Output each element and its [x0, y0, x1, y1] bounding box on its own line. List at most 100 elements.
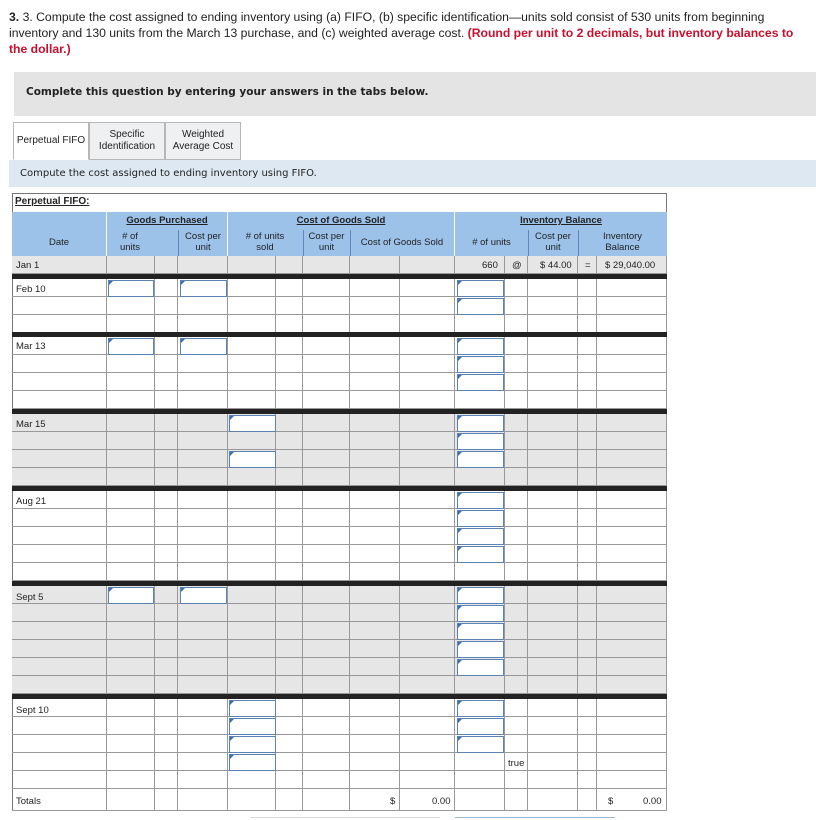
table-cell: [578, 676, 597, 694]
sept10-bal-units-input-2[interactable]: [457, 718, 504, 735]
table-cell: [107, 717, 155, 735]
date-mar-15: Mar 15: [16, 419, 46, 430]
tab-specific-identification[interactable]: Specific Identification: [89, 122, 165, 160]
sept10-sold-input-4[interactable]: [229, 754, 276, 771]
sept10-sold-input-2[interactable]: [229, 718, 276, 735]
table-cell: [178, 735, 228, 753]
sept5-bal-units-input-2[interactable]: [457, 605, 504, 622]
sept10-bal-units-input-1[interactable]: [457, 700, 504, 717]
tab-weighted-average[interactable]: Weighted Average Cost: [165, 122, 241, 160]
aug21-bal-units-input-2[interactable]: [457, 510, 504, 527]
table-cell: [155, 491, 178, 509]
table-cell: [107, 432, 155, 450]
feb10-units-input[interactable]: [108, 280, 154, 297]
table-cell: [155, 563, 178, 581]
table-cell: [528, 604, 578, 622]
table-cell: [155, 586, 178, 604]
table-cell: [276, 676, 303, 694]
table-cell: [178, 315, 228, 333]
table-cell: [228, 563, 276, 581]
table-cell: [350, 545, 400, 563]
table-cell: [578, 545, 597, 563]
table-cell: [107, 545, 155, 563]
table-cell: [303, 771, 350, 789]
mar13-bal-units-input-1[interactable]: [457, 338, 504, 355]
table-cell: [178, 604, 228, 622]
table-cell: [528, 432, 578, 450]
mar15-sold-input-1[interactable]: [229, 415, 276, 432]
sept5-bal-units-input-1[interactable]: [457, 587, 504, 604]
date-sept-5: Sept 5: [16, 592, 44, 603]
table-cell: [303, 604, 350, 622]
table-cell: [505, 563, 528, 581]
col-date: Date: [48, 237, 70, 248]
date-sept-10: Sept 10: [16, 705, 49, 716]
table-cell: [303, 640, 350, 658]
table-cell: [597, 622, 667, 640]
table-cell: [178, 391, 228, 409]
sept10-sold-input-1[interactable]: [229, 700, 276, 717]
table-cell: [578, 355, 597, 373]
aug21-bal-units-input-4[interactable]: [457, 546, 504, 563]
feb10-bal-units-input-1[interactable]: [457, 280, 504, 297]
table-cell: [178, 527, 228, 545]
table-cell: [107, 256, 155, 274]
sept10-sold-input-3[interactable]: [229, 736, 276, 753]
table-cell: [597, 468, 667, 486]
feb10-cost-input[interactable]: [180, 280, 227, 297]
instructions-banner: Complete this question by entering your …: [14, 72, 816, 116]
table-cell: [350, 622, 400, 640]
table-cell: [597, 337, 667, 355]
table-cell: [350, 491, 400, 509]
table-cell: [303, 789, 350, 811]
mar13-cost-input[interactable]: [180, 338, 227, 355]
table-cell: [400, 297, 455, 315]
table-cell: [400, 563, 455, 581]
table-cell: [303, 256, 350, 274]
table-cell: [303, 355, 350, 373]
mar15-bal-units-input-2[interactable]: [457, 433, 504, 450]
mar15-sold-input-2[interactable]: [229, 451, 276, 468]
table-cell: [400, 658, 455, 676]
mar13-units-input[interactable]: [108, 338, 154, 355]
mar13-bal-units-input-3[interactable]: [457, 374, 504, 391]
mar13-bal-units-input-2[interactable]: [457, 356, 504, 373]
table-cell: [155, 640, 178, 658]
mar15-bal-units-input-3[interactable]: [457, 451, 504, 468]
table-cell: [155, 545, 178, 563]
table-cell: [228, 586, 276, 604]
banner-text: Complete this question by entering your …: [26, 86, 429, 98]
table-cell: [228, 491, 276, 509]
table-cell: [178, 297, 228, 315]
aug21-bal-units-input-3[interactable]: [457, 528, 504, 545]
table-cell: [350, 337, 400, 355]
table-cell: [455, 753, 505, 771]
table-cell: [276, 527, 303, 545]
table-cell: [276, 604, 303, 622]
table-cell: [12, 717, 107, 735]
sept5-bal-units-input-4[interactable]: [457, 641, 504, 658]
table-cell: [597, 658, 667, 676]
table-cell: [276, 789, 303, 811]
sept5-cost-input[interactable]: [180, 587, 227, 604]
table-cell: [155, 509, 178, 527]
mar15-bal-units-input-1[interactable]: [457, 415, 504, 432]
aug21-bal-units-input-1[interactable]: [457, 492, 504, 509]
sept5-bal-units-input-3[interactable]: [457, 623, 504, 640]
table-cell: [178, 509, 228, 527]
sept10-bal-units-input-3[interactable]: [457, 736, 504, 753]
table-cell: [578, 468, 597, 486]
table-cell: [597, 527, 667, 545]
table-cell: [178, 414, 228, 432]
sept5-bal-units-input-5[interactable]: [457, 659, 504, 676]
table-cell: [155, 373, 178, 391]
table-cell: [505, 432, 528, 450]
tab-perpetual-fifo[interactable]: Perpetual FIFO: [13, 122, 89, 160]
table-cell: [107, 563, 155, 581]
table-cell: [578, 315, 597, 333]
table-cell: [228, 527, 276, 545]
feb10-bal-units-input-2[interactable]: [457, 298, 504, 315]
table-cell: [400, 586, 455, 604]
sept5-units-input[interactable]: [108, 587, 154, 604]
table-cell: [505, 527, 528, 545]
